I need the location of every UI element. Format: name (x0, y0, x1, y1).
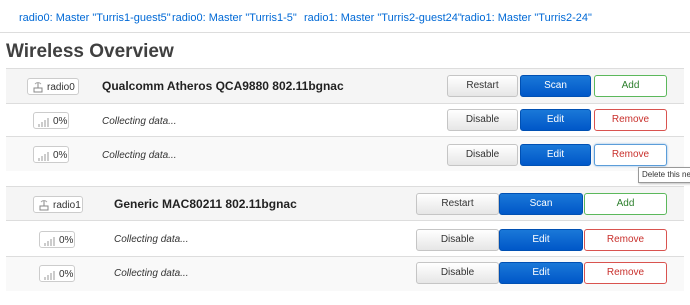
tab-radio1-24[interactable]: radio1: Master "Turris2-24" (461, 12, 592, 24)
edit-button[interactable]: Edit (499, 262, 583, 284)
wifi-radio-icon (39, 200, 49, 211)
device-name: Generic MAC80211 802.11bgnac (114, 197, 297, 211)
scan-button[interactable]: Scan (520, 75, 591, 97)
network-status: Collecting data... (102, 116, 177, 127)
signal-value: 0% (53, 150, 68, 161)
signal-value: 0% (59, 269, 74, 280)
tab-radio0-5[interactable]: radio0: Master "Turris1-5" (172, 12, 297, 24)
page-title: Wireless Overview (6, 41, 174, 62)
signal-bars-icon (44, 271, 55, 280)
signal-chip: 0% (33, 112, 69, 129)
edit-button[interactable]: Edit (499, 229, 583, 251)
remove-button[interactable]: Remove (584, 229, 667, 251)
device-name: Qualcomm Atheros QCA9880 802.11bgnac (102, 79, 344, 93)
tab-radio1-guest24[interactable]: radio1: Master "Turris2-guest24" (304, 12, 462, 24)
add-button[interactable]: Add (584, 193, 667, 215)
restart-button[interactable]: Restart (416, 193, 499, 215)
signal-bars-icon (38, 152, 49, 161)
device-row-radio0: radio0 Qualcomm Atheros QCA9880 802.11bg… (6, 68, 684, 104)
device-row-radio1: radio1 Generic MAC80211 802.11bgnac Rest… (6, 186, 684, 221)
network-row: 0% Collecting data... Disable Edit Remov… (6, 103, 684, 137)
signal-chip: 0% (39, 231, 75, 248)
remove-tooltip: Delete this ne (638, 167, 690, 183)
signal-chip: 0% (39, 265, 75, 282)
signal-value: 0% (53, 116, 68, 127)
network-tabs: radio0: Master "Turris1-guest5" radio0: … (0, 0, 690, 33)
disable-button[interactable]: Disable (416, 229, 499, 251)
network-row: 0% Collecting data... Disable Edit Remov… (6, 220, 684, 257)
restart-button[interactable]: Restart (447, 75, 518, 97)
device-chip: radio0 (27, 78, 79, 95)
network-status: Collecting data... (114, 234, 189, 245)
disable-button[interactable]: Disable (416, 262, 499, 284)
signal-value: 0% (59, 235, 74, 246)
disable-button[interactable]: Disable (447, 109, 518, 131)
network-row: 0% Collecting data... Disable Edit Remov… (6, 256, 684, 291)
device-chip-label: radio1 (53, 200, 81, 211)
wifi-radio-icon (33, 82, 43, 93)
tab-radio0-guest5[interactable]: radio0: Master "Turris1-guest5" (19, 12, 171, 24)
edit-button[interactable]: Edit (520, 144, 591, 166)
edit-button[interactable]: Edit (520, 109, 591, 131)
scan-button[interactable]: Scan (499, 193, 583, 215)
remove-button[interactable]: Remove (584, 262, 667, 284)
network-status: Collecting data... (114, 268, 189, 279)
device-chip-label: radio0 (47, 82, 75, 93)
signal-bars-icon (44, 237, 55, 246)
remove-button[interactable]: Remove (594, 144, 667, 166)
device-chip: radio1 (33, 196, 83, 213)
signal-chip: 0% (33, 146, 69, 163)
remove-button[interactable]: Remove (594, 109, 667, 131)
network-status: Collecting data... (102, 150, 177, 161)
add-button[interactable]: Add (594, 75, 667, 97)
disable-button[interactable]: Disable (447, 144, 518, 166)
signal-bars-icon (38, 118, 49, 127)
network-row: 0% Collecting data... Disable Edit Remov… (6, 136, 684, 171)
